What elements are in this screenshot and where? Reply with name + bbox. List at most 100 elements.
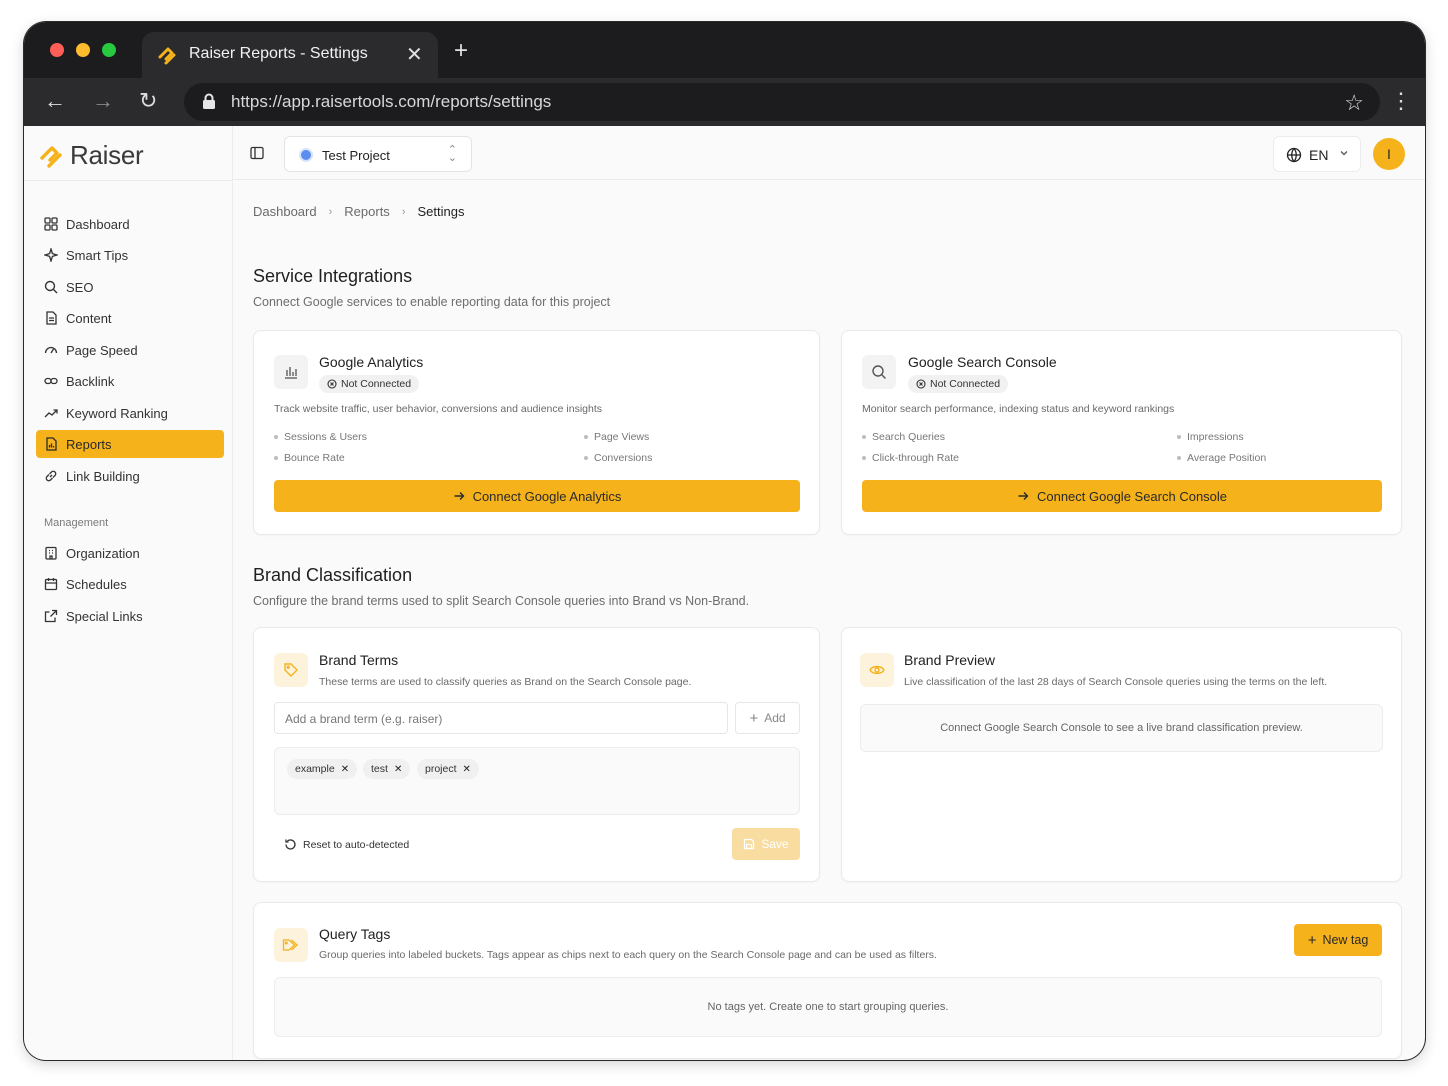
brand-terms-card: Brand Terms These terms are used to clas… <box>253 627 820 882</box>
section-title-brand: Brand Classification <box>253 565 413 585</box>
sidebar-item-smart-tips[interactable]: Smart Tips <box>36 241 224 269</box>
bookmark-star-icon[interactable]: ☆ <box>1344 90 1364 116</box>
close-tab-icon[interactable]: ✕ <box>406 42 423 67</box>
circle-x-icon <box>327 379 337 389</box>
card-description: Live classification of the last 28 days … <box>904 676 1328 688</box>
breadcrumb-settings: Settings <box>417 204 465 219</box>
browser-tab[interactable]: Raiser Reports - Settings ✕ <box>142 32 438 78</box>
sidebar-item-reports[interactable]: Reports <box>36 430 224 458</box>
language-label: EN <box>1309 147 1329 163</box>
forward-icon[interactable]: → <box>92 90 114 112</box>
sidebar-item-link-building[interactable]: Link Building <box>36 462 224 490</box>
card-description: These terms are used to classify queries… <box>319 676 692 688</box>
add-term-button[interactable]: + Add <box>735 702 800 734</box>
section-subtitle-brand: Configure the brand terms used to split … <box>253 594 750 608</box>
remove-chip-icon[interactable]: ✕ <box>394 764 402 775</box>
feature-item: Average Position <box>1177 452 1266 464</box>
language-selector[interactable]: EN <box>1273 136 1361 172</box>
sidebar-item-schedules[interactable]: Schedules <box>36 570 224 598</box>
back-icon[interactable]: ← <box>44 90 66 112</box>
brand-preview-empty-state: Connect Google Search Console to see a l… <box>860 704 1383 752</box>
status-badge: Not Connected <box>908 375 1009 393</box>
remove-chip-icon[interactable]: ✕ <box>341 764 349 775</box>
brand-term-input[interactable]: Add a brand term (e.g. raiser) <box>274 702 728 734</box>
gauge-icon <box>44 346 58 354</box>
brand-terms-list: example ✕ test ✕ project ✕ <box>274 747 800 815</box>
document-icon <box>46 311 57 325</box>
grid-icon <box>44 217 58 231</box>
reset-to-auto-detected-button[interactable]: Reset to auto-detected <box>284 838 409 851</box>
close-window-button[interactable] <box>50 43 64 57</box>
sidebar-item-label: Page Speed <box>66 342 138 358</box>
sidebar-item-label: Backlink <box>66 373 115 389</box>
report-icon <box>46 437 57 451</box>
sidebar-item-content[interactable]: Content <box>36 304 224 332</box>
status-text: Not Connected <box>341 378 412 390</box>
sidebar-item-label: Smart Tips <box>66 247 129 263</box>
sidebar-item-backlink[interactable]: Backlink <box>36 367 224 395</box>
building-icon <box>45 546 57 560</box>
browser-menu-icon[interactable]: ⋮ <box>1390 90 1412 112</box>
chevron-right-icon: › <box>328 205 333 218</box>
connect-google-analytics-button[interactable]: Connect Google Analytics <box>274 480 800 512</box>
reload-icon[interactable]: ↻ <box>139 90 157 112</box>
trend-icon <box>44 409 58 418</box>
breadcrumb-dashboard[interactable]: Dashboard <box>253 204 317 219</box>
sidebar-item-organization[interactable]: Organization <box>36 539 224 567</box>
sidebar-item-keyword-ranking[interactable]: Keyword Ranking <box>36 399 224 427</box>
sidebar: Raiser Dashboard Smart Tips SEO Content … <box>24 126 233 1060</box>
brand-term-placeholder: Add a brand term (e.g. raiser) <box>285 712 443 726</box>
new-tab-icon[interactable]: + <box>454 39 468 63</box>
new-tag-button[interactable]: + New tag <box>1294 924 1382 956</box>
window-controls <box>50 43 116 57</box>
lock-icon <box>203 93 215 109</box>
eye-icon <box>860 653 894 687</box>
section-subtitle-integrations: Connect Google services to enable report… <box>253 295 611 309</box>
chevron-up-down-icon: ⌃ ⌄ <box>447 144 457 164</box>
status-badge: Not Connected <box>319 375 420 393</box>
card-description: Group queries into labeled buckets. Tags… <box>319 949 937 961</box>
sidebar-item-seo[interactable]: SEO <box>36 273 224 301</box>
save-icon <box>744 838 755 850</box>
address-bar[interactable]: https://app.raisertools.com/reports/sett… <box>184 83 1380 121</box>
chevron-down-icon <box>1340 151 1348 156</box>
card-title: Google Analytics <box>319 354 424 370</box>
breadcrumb: Dashboard › Reports › Settings <box>253 204 464 219</box>
feature-item: Conversions <box>584 452 652 464</box>
user-avatar[interactable]: I <box>1373 138 1405 170</box>
tags-icon <box>274 928 308 962</box>
breadcrumb-reports[interactable]: Reports <box>344 204 390 219</box>
sidebar-item-label: Dashboard <box>66 216 130 232</box>
feature-item: Search Queries <box>862 431 945 443</box>
tab-title: Raiser Reports - Settings <box>189 45 368 62</box>
search-icon <box>44 280 58 294</box>
chevron-right-icon: › <box>401 205 406 218</box>
google-analytics-card: Google Analytics Not Connected Track web… <box>253 330 820 535</box>
plus-icon: + <box>749 709 759 727</box>
section-title-integrations: Service Integrations <box>253 266 413 286</box>
minimize-window-button[interactable] <box>76 43 90 57</box>
remove-chip-icon[interactable]: ✕ <box>463 764 471 775</box>
project-name: Test Project <box>322 148 390 163</box>
query-tags-empty-state: No tags yet. Create one to start groupin… <box>274 977 1382 1037</box>
card-title: Brand Terms <box>319 652 399 668</box>
sidebar-item-special-links[interactable]: Special Links <box>36 602 224 630</box>
sidebar-item-dashboard[interactable]: Dashboard <box>36 210 224 238</box>
feature-item: Impressions <box>1177 431 1244 443</box>
project-selector[interactable]: Test Project ⌃ ⌄ <box>284 136 472 172</box>
browser-window: Raiser Reports - Settings ✕ + ← → ↻ http… <box>24 22 1425 1060</box>
sidebar-toggle-icon[interactable] <box>250 146 264 160</box>
sidebar-item-label: Reports <box>66 436 112 452</box>
sidebar-section-management: Management <box>44 517 109 529</box>
connect-google-search-console-button[interactable]: Connect Google Search Console <box>862 480 1382 512</box>
brand-logo[interactable]: Raiser <box>38 140 144 171</box>
globe-icon <box>1286 147 1302 163</box>
raiser-logo-icon <box>158 47 176 65</box>
save-button[interactable]: Save <box>732 828 800 860</box>
sidebar-item-label: Content <box>66 310 112 326</box>
browser-tab-bar: Raiser Reports - Settings ✕ + <box>24 22 1425 78</box>
brand-term-chip: project ✕ <box>417 759 479 779</box>
sidebar-item-page-speed[interactable]: Page Speed <box>36 336 224 364</box>
maximize-window-button[interactable] <box>102 43 116 57</box>
calendar-icon <box>44 578 58 591</box>
